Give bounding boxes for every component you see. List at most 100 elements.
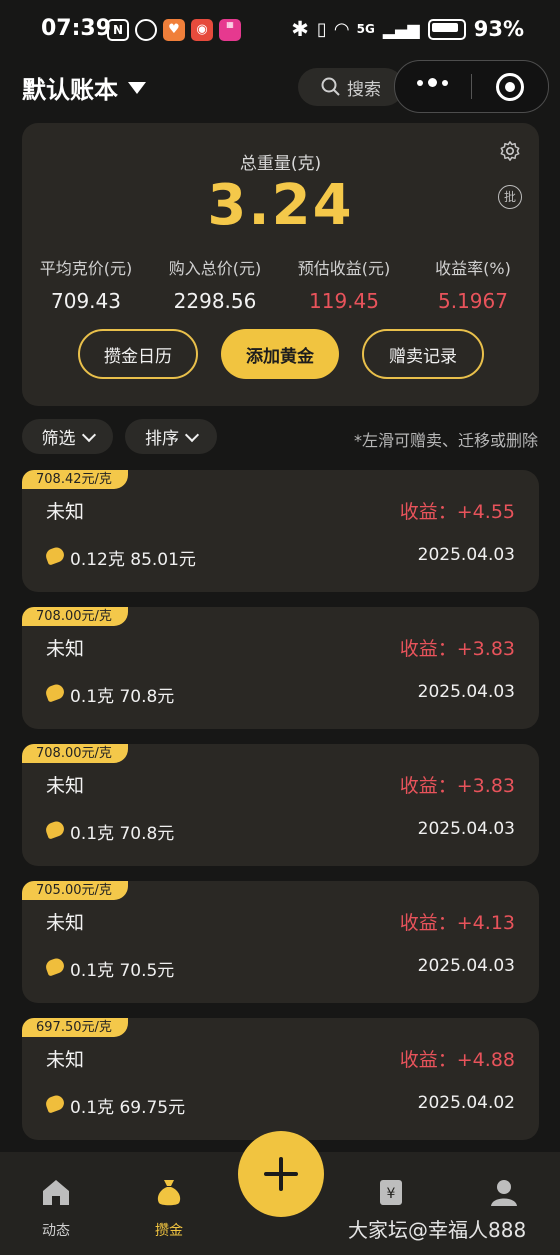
watermark: 大家坛@幸福人888 — [348, 1218, 527, 1242]
battery-level: 93% — [473, 17, 524, 41]
record-profit: 收益：+3.83 — [399, 775, 515, 797]
account-selector[interactable]: 默认账本 — [22, 70, 146, 105]
filter-button[interactable]: 筛选 — [22, 419, 113, 454]
record-amount: 0.12克 85.01元 — [70, 550, 196, 570]
search-label: 搜索 — [347, 79, 381, 100]
stat-profit-rate: 收益率(%) 5.1967 — [409, 255, 537, 313]
record-name: 未知 — [46, 501, 85, 523]
record-amount: 0.1克 70.5元 — [70, 961, 175, 981]
unit-price-tag: 705.00元/克 — [22, 881, 128, 900]
filter-label: 筛选 — [41, 429, 76, 449]
record-amount: 0.1克 69.75元 — [70, 1098, 186, 1118]
summary-card: 总重量(克) 3.24 批 平均克价(元) 709.43 购入总价(元) 229… — [22, 123, 539, 406]
record-profit: 收益：+4.55 — [399, 501, 515, 523]
status-time: 07:39 — [41, 16, 112, 41]
record-name: 未知 — [46, 638, 85, 660]
stat-value: 709.43 — [51, 289, 121, 313]
stat-label: 收益率(%) — [435, 259, 511, 278]
nav-label: 动态 — [42, 1223, 70, 1239]
stat-value: 5.1967 — [438, 289, 508, 313]
app-notification-icon: ♥ — [163, 19, 185, 41]
miniprogram-capsule — [394, 60, 549, 113]
status-bar: 07:39 N ♥ ◉ ▦ ✱ ▯ ◠ 5G ▂▄▆ 93% — [0, 0, 560, 60]
gold-bean-icon — [43, 819, 67, 840]
sort-button[interactable]: 排序 — [125, 419, 217, 454]
record-amount: 0.1克 70.8元 — [70, 824, 175, 844]
chevron-down-icon — [184, 427, 200, 442]
alarm-icon — [135, 19, 157, 41]
unit-price-tag: 708.00元/克 — [22, 607, 128, 626]
gold-bean-icon — [43, 682, 67, 703]
nav-item-profile[interactable] — [469, 1172, 539, 1220]
record-amount: 0.1克 70.8元 — [70, 687, 175, 707]
bluetooth-icon: ✱ — [291, 17, 309, 41]
sell-records-button[interactable]: 赠卖记录 — [362, 329, 484, 379]
wifi-icon: ◠ — [334, 18, 349, 40]
unit-price-tag: 708.00元/克 — [22, 744, 128, 763]
add-record-fab[interactable] — [238, 1131, 324, 1217]
more-options-icon[interactable] — [417, 78, 448, 87]
chevron-down-icon — [81, 427, 96, 442]
stat-label: 预估收益(元) — [297, 259, 391, 278]
nav-item-ledger[interactable]: ¥ — [356, 1172, 426, 1220]
nfc-icon: N — [107, 19, 129, 41]
network-type: 5G — [356, 22, 375, 36]
swipe-hint: *左滑可赠卖、迁移或删除 — [353, 431, 538, 450]
record-name: 未知 — [46, 1049, 85, 1071]
total-weight-label: 总重量(克) — [239, 154, 322, 174]
money-bag-icon — [157, 1180, 181, 1206]
unit-price-tag: 708.42元/克 — [22, 470, 128, 489]
record-date: 2025.04.03 — [417, 682, 515, 702]
dropdown-triangle-icon — [128, 81, 146, 94]
stat-total-cost: 购入总价(元) 2298.56 — [151, 255, 279, 313]
weibo-icon: ◉ — [191, 19, 213, 41]
user-icon — [491, 1180, 517, 1206]
status-right: ✱ ▯ ◠ 5G ▂▄▆ 93% — [291, 17, 524, 41]
nav-item-save-gold[interactable]: 攒金 — [134, 1172, 204, 1240]
svg-text:¥: ¥ — [387, 1186, 396, 1202]
gold-record-card[interactable]: 708.00元/克 未知 收益：+3.83 0.1克 70.8元 2025.04… — [22, 607, 539, 729]
yuan-receipt-icon: ¥ — [380, 1180, 402, 1205]
gold-record-card[interactable]: 708.42元/克 未知 收益：+4.55 0.12克 85.01元 2025.… — [22, 470, 539, 592]
gold-record-card[interactable]: 697.50元/克 未知 收益：+4.88 0.1克 69.75元 2025.0… — [22, 1018, 539, 1140]
nav-label: 攒金 — [155, 1223, 183, 1239]
record-name: 未知 — [46, 912, 85, 934]
stat-avg-price: 平均克价(元) 709.43 — [22, 255, 150, 313]
add-gold-button[interactable]: 添加黄金 — [221, 329, 339, 379]
record-profit: 收益：+4.13 — [399, 912, 515, 934]
record-name: 未知 — [46, 775, 85, 797]
unit-price-tag: 697.50元/克 — [22, 1018, 128, 1037]
battery-icon — [427, 18, 466, 40]
sort-label: 排序 — [145, 429, 179, 449]
stat-label: 平均克价(元) — [39, 259, 133, 278]
gold-bean-icon — [43, 1093, 67, 1114]
record-profit: 收益：+4.88 — [399, 1049, 515, 1071]
settings-gear-icon[interactable] — [499, 140, 521, 162]
nav-item-feed[interactable]: 动态 — [21, 1172, 91, 1240]
plus-icon — [264, 1157, 298, 1191]
record-date: 2025.04.03 — [417, 545, 515, 565]
close-miniprogram-icon[interactable] — [496, 73, 524, 101]
capsule-divider — [471, 74, 472, 99]
batch-badge-icon[interactable]: 批 — [498, 185, 522, 209]
record-date: 2025.04.03 — [417, 819, 515, 839]
record-profit: 收益：+3.83 — [399, 638, 515, 660]
vibrate-icon: ▯ — [316, 18, 327, 40]
gold-bean-icon — [43, 956, 67, 977]
gold-record-card[interactable]: 708.00元/克 未知 收益：+3.83 0.1克 70.8元 2025.04… — [22, 744, 539, 866]
stat-value: 119.45 — [309, 289, 379, 313]
search-button[interactable]: 搜索 — [298, 68, 404, 106]
record-date: 2025.04.03 — [417, 956, 515, 976]
stat-label: 购入总价(元) — [168, 259, 262, 278]
gold-calendar-button[interactable]: 攒金日历 — [78, 329, 198, 379]
gold-bean-icon — [43, 545, 67, 566]
shop-app-icon: ▦ — [219, 19, 241, 41]
search-icon — [321, 77, 340, 96]
gold-record-card[interactable]: 705.00元/克 未知 收益：+4.13 0.1克 70.5元 2025.04… — [22, 881, 539, 1003]
record-date: 2025.04.02 — [417, 1093, 515, 1113]
stat-est-profit: 预估收益(元) 119.45 — [280, 255, 408, 313]
total-weight-value: 3.24 — [207, 173, 354, 238]
account-title: 默认账本 — [22, 76, 118, 104]
stat-value: 2298.56 — [173, 289, 257, 313]
home-icon — [43, 1180, 69, 1205]
